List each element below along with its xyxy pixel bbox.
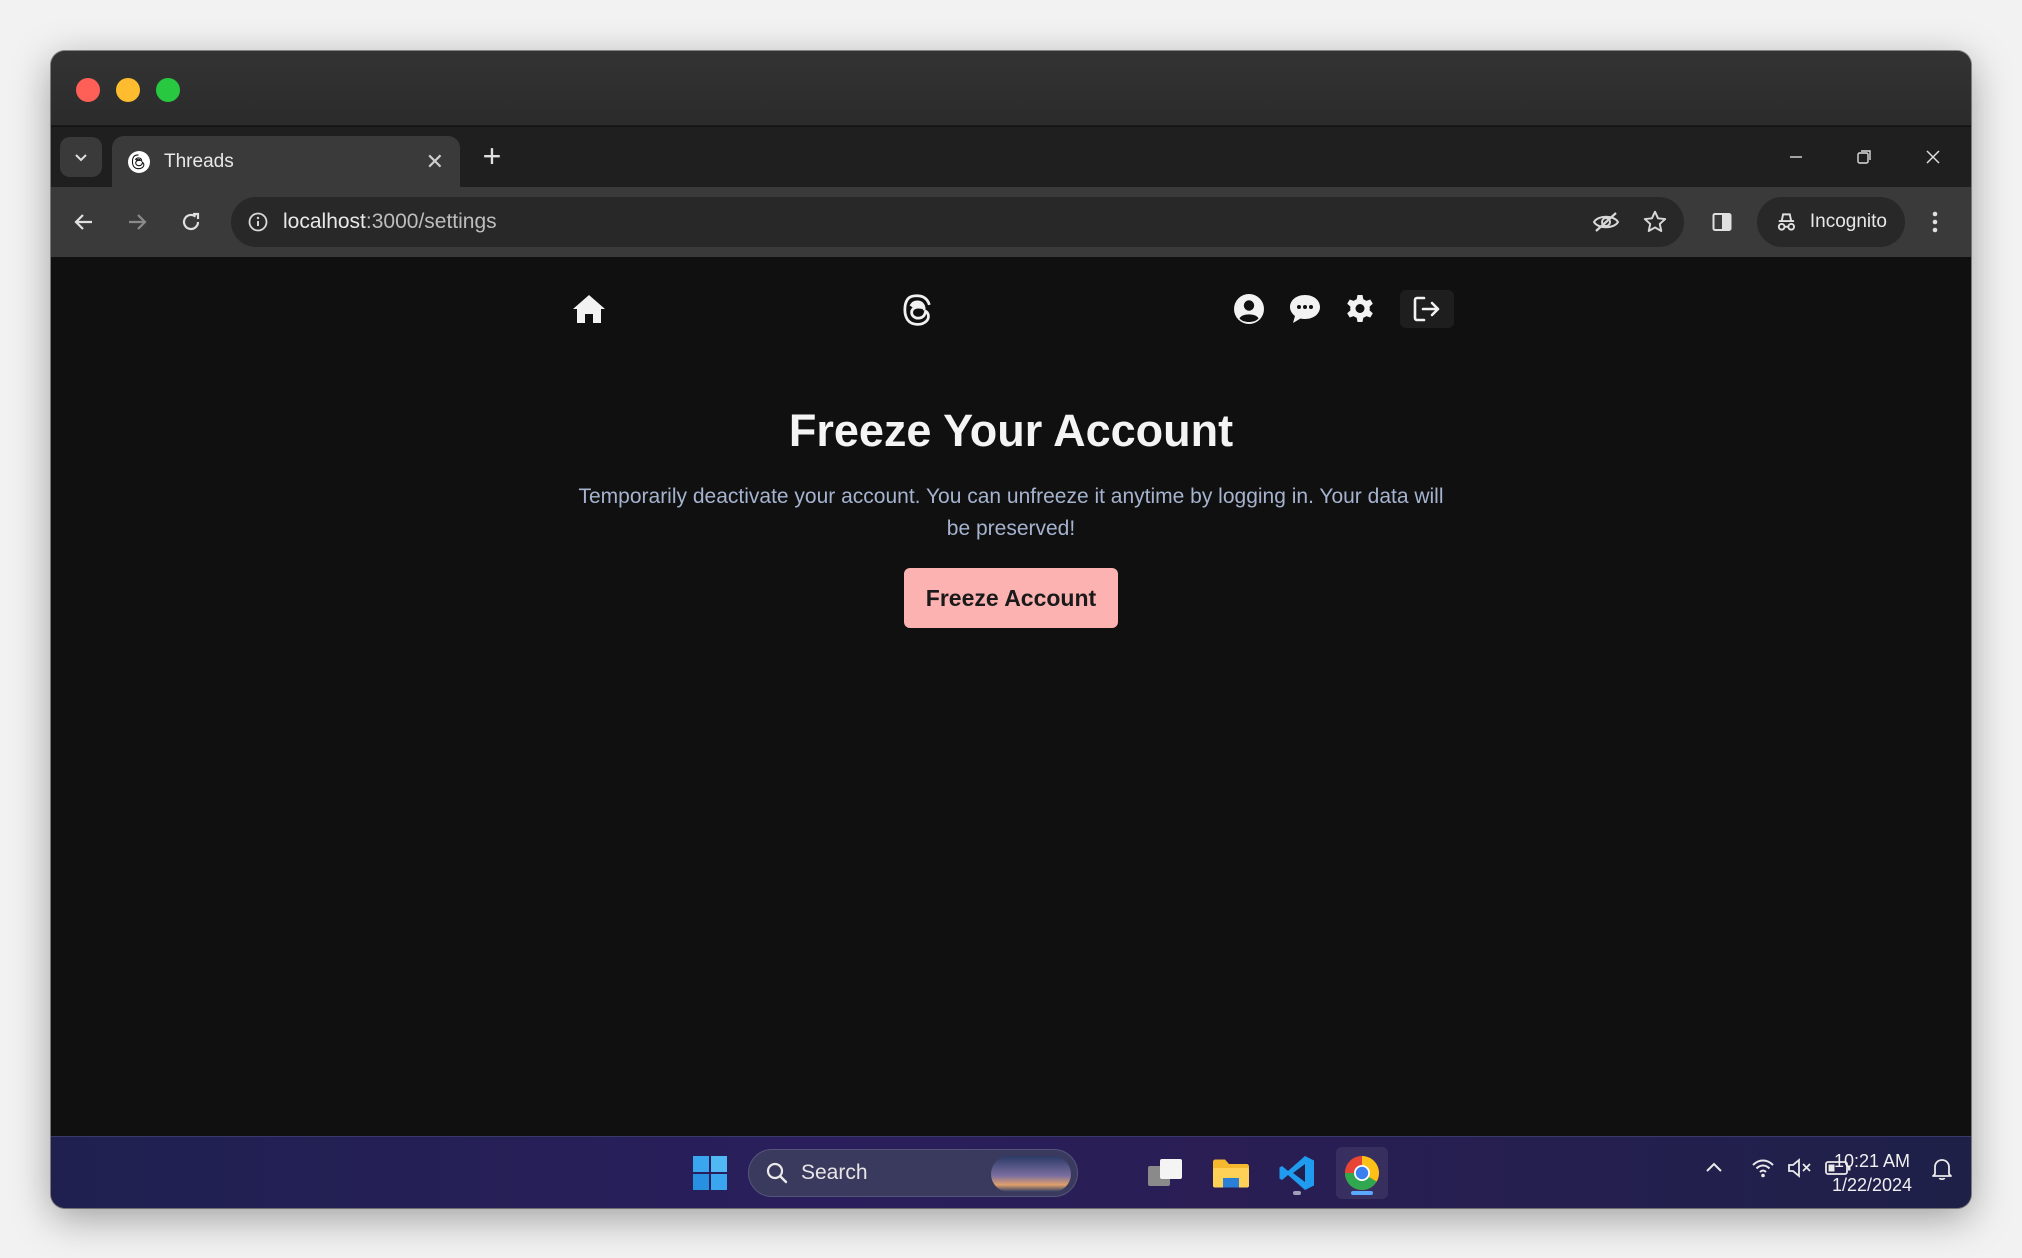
close-window-button[interactable] — [76, 78, 100, 102]
side-panel-icon — [1712, 213, 1732, 231]
clock-date: 1/22/2024 — [1831, 1175, 1913, 1195]
new-tab-button[interactable]: + — [476, 140, 508, 173]
bookmark-star-icon[interactable] — [1642, 209, 1668, 235]
clock-time: 10:21 AM — [1833, 1151, 1911, 1171]
forward-button[interactable] — [119, 204, 155, 240]
profile-link[interactable] — [1233, 293, 1265, 325]
chevron-up-icon — [1706, 1162, 1722, 1172]
freeze-account-button[interactable]: Freeze Account — [904, 568, 1118, 628]
show-hidden-icons-button[interactable] — [1703, 1157, 1725, 1179]
start-button[interactable] — [684, 1147, 736, 1199]
tab-strip: Threads ✕ + — [51, 127, 1971, 187]
incognito-profile-button[interactable]: Incognito — [1757, 197, 1905, 247]
home-link[interactable] — [571, 293, 607, 325]
search-label: Search — [801, 1161, 868, 1184]
browser-toolbar: localhost:3000/settings Incognito — [51, 187, 1971, 257]
running-indicator — [1293, 1191, 1301, 1195]
task-view-icon — [1148, 1159, 1182, 1186]
vscode-icon — [1279, 1156, 1314, 1190]
minimize-button[interactable] — [1776, 141, 1816, 173]
arrow-right-icon — [129, 214, 147, 230]
browser-menu-button[interactable] — [1917, 204, 1953, 240]
zoom-window-button[interactable] — [156, 78, 180, 102]
restore-icon — [1857, 150, 1871, 164]
page-content: Freeze Your Account Temporarily deactiva… — [51, 257, 1971, 1136]
folder-icon — [1213, 1159, 1249, 1188]
tab-search-button[interactable] — [60, 137, 102, 177]
incognito-icon — [1777, 213, 1796, 231]
tab-close-icon[interactable]: ✕ — [426, 149, 444, 175]
threads-favicon-icon — [128, 150, 150, 173]
search-icon — [766, 1162, 788, 1184]
taskbar-search[interactable]: Search — [748, 1149, 1078, 1197]
logout-icon — [1413, 296, 1440, 322]
windows-logo-icon — [693, 1156, 727, 1190]
arrow-left-icon — [74, 214, 92, 230]
minimize-icon — [1790, 156, 1802, 158]
reload-icon — [182, 212, 200, 231]
site-info-icon[interactable] — [247, 211, 269, 233]
file-explorer-button[interactable] — [1205, 1147, 1257, 1199]
more-vertical-icon — [1932, 211, 1938, 233]
title-bar — [51, 51, 1971, 126]
tab-threads[interactable]: Threads ✕ — [112, 136, 460, 187]
freeze-description: Temporarily deactivate your account. You… — [578, 485, 1444, 540]
tab-title: Threads — [164, 150, 234, 172]
chat-bubble-icon — [1290, 295, 1320, 323]
bell-icon — [1932, 1159, 1952, 1181]
taskbar: Search 10:21 AM 1/22/2024 — [51, 1136, 1971, 1208]
home-icon — [573, 295, 605, 323]
eye-slash-icon[interactable] — [1592, 210, 1620, 234]
notifications-button[interactable] — [1931, 1157, 1953, 1181]
close-button[interactable] — [1913, 141, 1953, 173]
url-host: localhost — [283, 210, 366, 233]
volume-status[interactable] — [1787, 1157, 1813, 1179]
profile-label: Incognito — [1809, 211, 1887, 232]
page-title: Freeze Your Account — [788, 405, 1234, 456]
system-clock[interactable]: 10:21 AM 1/22/2024 — [1817, 1149, 1927, 1197]
browser-window: Threads ✕ + localhost:3000/settings Inco… — [51, 51, 1971, 1208]
task-view-button[interactable] — [1139, 1147, 1191, 1199]
threads-logo-link[interactable] — [901, 293, 935, 329]
gear-icon — [1347, 295, 1373, 322]
url-path: :3000/settings — [365, 210, 497, 233]
side-panel-button[interactable] — [1704, 204, 1740, 240]
chat-link[interactable] — [1288, 293, 1322, 325]
back-button[interactable] — [66, 204, 102, 240]
url-text: localhost:3000/settings — [283, 210, 497, 234]
wifi-icon — [1752, 1159, 1774, 1178]
wifi-status[interactable] — [1751, 1157, 1775, 1179]
search-highlight-image — [991, 1156, 1071, 1192]
chevron-down-icon — [75, 154, 87, 162]
settings-link[interactable] — [1344, 293, 1376, 325]
volume-muted-icon — [1788, 1158, 1811, 1178]
threads-logo-icon — [903, 294, 931, 326]
chrome-icon — [1345, 1156, 1379, 1190]
active-indicator — [1351, 1191, 1373, 1195]
close-icon — [1926, 150, 1940, 164]
vscode-button[interactable] — [1271, 1147, 1323, 1199]
reload-button[interactable] — [173, 204, 209, 240]
user-circle-icon — [1234, 294, 1264, 324]
logout-button[interactable] — [1400, 290, 1454, 328]
minimize-window-button[interactable] — [116, 78, 140, 102]
address-bar[interactable]: localhost:3000/settings — [231, 197, 1684, 247]
restore-button[interactable] — [1844, 141, 1884, 173]
chrome-button[interactable] — [1336, 1147, 1388, 1199]
